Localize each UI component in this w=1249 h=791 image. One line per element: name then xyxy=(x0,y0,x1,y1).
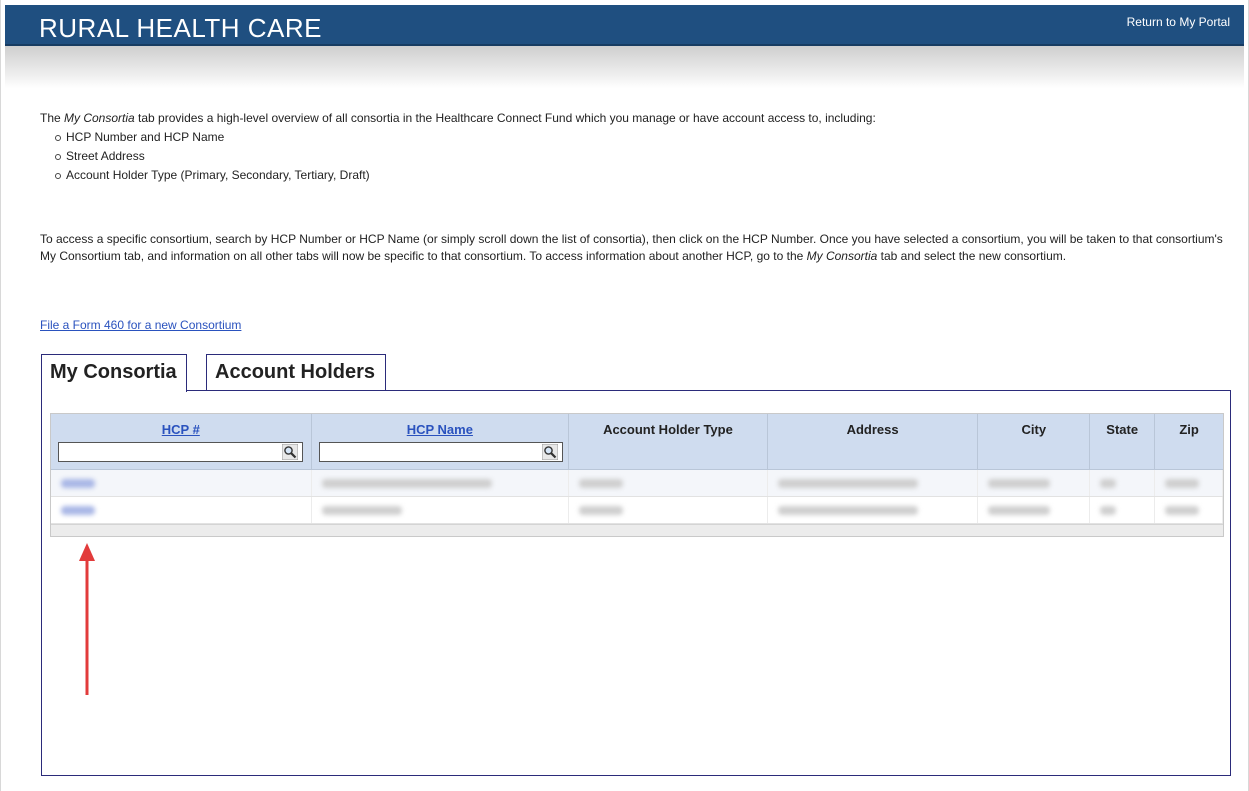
column-hcp-number: HCP # xyxy=(51,414,312,469)
table-body xyxy=(51,470,1223,524)
table-header: HCP # HCP Name Account Holder Type Addre… xyxy=(51,414,1223,470)
account-holder-type-cell xyxy=(569,497,768,523)
column-zip: Zip xyxy=(1179,422,1199,437)
redacted-value xyxy=(988,505,1051,515)
return-to-portal-link[interactable]: Return to My Portal xyxy=(1127,15,1230,29)
file-form-460-link[interactable]: File a Form 460 for a new Consortium xyxy=(40,318,241,332)
table-row[interactable] xyxy=(51,497,1223,524)
consortia-table: HCP # HCP Name Account Holder Type Addre… xyxy=(50,413,1224,537)
redacted-value xyxy=(777,505,918,515)
zip-cell xyxy=(1155,497,1223,523)
red-up-arrow-icon xyxy=(79,543,95,695)
page-frame: RURAL HEALTH CARE Return to My Portal Th… xyxy=(0,0,1249,791)
intro-lead: The My Consortia tab provides a high-lev… xyxy=(40,110,1230,127)
access-instructions: To access a specific consortium, search … xyxy=(40,231,1230,265)
hcp-number-filter-input[interactable] xyxy=(58,442,303,462)
hcp-number-cell[interactable] xyxy=(51,497,312,523)
city-cell xyxy=(978,470,1091,496)
state-cell xyxy=(1090,497,1156,523)
redacted-value xyxy=(579,505,624,515)
app-header: RURAL HEALTH CARE Return to My Portal xyxy=(5,5,1244,46)
hcp-name-cell xyxy=(312,497,570,523)
zip-cell xyxy=(1155,470,1223,496)
tab-account-holders[interactable]: Account Holders xyxy=(206,354,386,391)
redacted-value xyxy=(321,505,402,515)
access-text-emphasis: My Consortia xyxy=(806,249,878,263)
redacted-value xyxy=(1100,505,1117,515)
feature-item: Account Holder Type (Primary, Secondary,… xyxy=(54,166,1230,185)
redacted-value xyxy=(61,478,95,488)
address-cell xyxy=(768,470,979,496)
column-state: State xyxy=(1090,414,1156,469)
column-address: Address xyxy=(768,414,979,469)
redacted-value xyxy=(777,478,918,488)
account-holder-type-cell xyxy=(569,470,768,496)
consortia-panel: HCP # HCP Name Account Holder Type Addre… xyxy=(41,390,1231,776)
tab-my-consortia[interactable]: My Consortia xyxy=(41,354,187,392)
hcp-name-filter-input[interactable] xyxy=(318,442,563,462)
redacted-value xyxy=(1165,505,1200,515)
hcp-number-cell[interactable] xyxy=(51,470,312,496)
state-cell xyxy=(1090,470,1156,496)
feature-item: HCP Number and HCP Name xyxy=(54,128,1230,147)
table-row[interactable] xyxy=(51,470,1223,497)
redacted-value xyxy=(321,478,492,488)
feature-item: Street Address xyxy=(54,147,1230,166)
city-cell xyxy=(978,497,1091,523)
header-shadow-band xyxy=(5,46,1244,88)
column-city: City xyxy=(978,414,1091,469)
intro-lead-emphasis: My Consortia xyxy=(64,111,135,125)
intro-lead-text-2: tab provides a high-level overview of al… xyxy=(134,111,876,125)
intro-lead-text-1: The xyxy=(40,111,65,125)
address-cell xyxy=(768,497,979,523)
hcp-name-sort-link[interactable]: HCP Name xyxy=(407,422,473,437)
magnifier-icon[interactable] xyxy=(541,444,558,460)
hcp-number-sort-link[interactable]: HCP # xyxy=(162,422,200,437)
magnifier-icon[interactable] xyxy=(282,444,298,460)
hcp-name-cell xyxy=(312,470,570,496)
access-text-2: tab and select the new consortium. xyxy=(877,249,1067,263)
table-footer-scrollbar[interactable] xyxy=(51,524,1223,536)
redacted-value xyxy=(1100,478,1117,488)
redacted-value xyxy=(579,478,624,488)
redacted-value xyxy=(988,478,1051,488)
app-title: RURAL HEALTH CARE xyxy=(39,13,322,43)
column-hcp-name: HCP Name xyxy=(312,414,570,469)
column-account-holder-type: Account Holder Type xyxy=(569,414,768,469)
redacted-value xyxy=(61,505,95,515)
intro-section: The My Consortia tab provides a high-lev… xyxy=(40,110,1230,185)
redacted-value xyxy=(1165,478,1200,488)
feature-list: HCP Number and HCP Name Street Address A… xyxy=(54,128,1230,185)
